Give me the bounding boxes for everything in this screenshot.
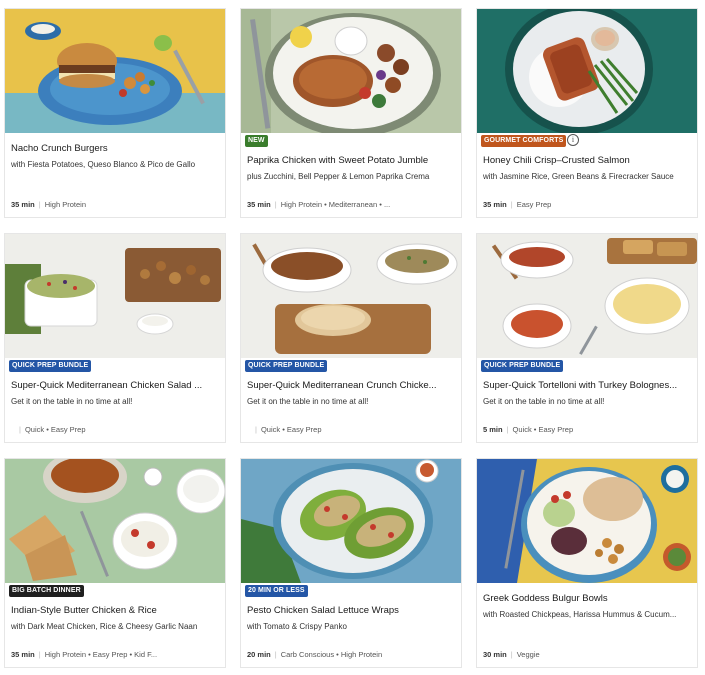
recipe-card[interactable]: Nacho Crunch Burgers with Fiesta Potatoe…: [4, 8, 226, 218]
recipe-subtitle: with Jasmine Rice, Green Beans & Firecra…: [483, 172, 674, 181]
recipe-badge: NEW: [245, 135, 268, 147]
recipe-title[interactable]: Indian-Style Butter Chicken & Rice: [11, 605, 221, 616]
recipe-tags: Veggie: [516, 650, 540, 659]
cook-time: 35 min: [247, 200, 271, 209]
recipe-image[interactable]: [241, 459, 461, 583]
recipe-tags: Easy Prep: [516, 200, 552, 209]
recipe-title[interactable]: Honey Chili Crisp–Crusted Salmon: [483, 155, 693, 166]
recipe-meta: | Quick • Easy Prep: [19, 425, 86, 434]
cook-time: 5 min: [483, 425, 503, 434]
recipe-tags: Quick • Easy Prep: [24, 425, 86, 434]
recipe-card[interactable]: QUICK PREP BUNDLE Super-Quick Mediterran…: [240, 233, 462, 443]
recipe-title[interactable]: Super-Quick Tortelloni with Turkey Bolog…: [483, 380, 693, 391]
recipe-subtitle: Get it on the table in no time at all!: [11, 397, 133, 406]
recipe-card[interactable]: NEW Paprika Chicken with Sweet Potato Ju…: [240, 8, 462, 218]
recipe-badge: GOURMET COMFORTS: [481, 135, 567, 147]
recipe-card[interactable]: BIG BATCH DINNER Indian-Style Butter Chi…: [4, 458, 226, 668]
recipe-meta: 35 min | High Protein • Easy Prep • Kid F.…: [11, 650, 158, 659]
recipe-image[interactable]: [5, 234, 225, 358]
recipe-title[interactable]: Pesto Chicken Salad Lettuce Wraps: [247, 605, 457, 616]
recipe-title[interactable]: Greek Goddess Bulgur Bowls: [483, 593, 693, 604]
recipe-subtitle: with Dark Meat Chicken, Rice & Cheesy Ga…: [11, 622, 198, 631]
recipe-title[interactable]: Super-Quick Mediterranean Crunch Chicke.…: [247, 380, 457, 391]
cook-time: 35 min: [11, 200, 35, 209]
recipe-subtitle: with Roasted Chickpeas, Harissa Hummus &…: [483, 610, 677, 619]
recipe-meta: 5 min | Quick • Easy Prep: [483, 425, 574, 434]
recipe-meta: 20 min | Carb Conscious • High Protein: [247, 650, 383, 659]
recipe-card[interactable]: GOURMET COMFORTS i Honey Chili Crisp–Cru…: [476, 8, 698, 218]
recipe-image[interactable]: [477, 234, 697, 358]
recipe-subtitle: with Tomato & Crispy Panko: [247, 622, 347, 631]
recipe-tags: High Protein: [44, 200, 86, 209]
recipe-image[interactable]: [477, 459, 697, 583]
recipe-meta: | Quick • Easy Prep: [255, 425, 322, 434]
recipe-image[interactable]: [5, 9, 225, 133]
recipe-subtitle: Get it on the table in no time at all!: [483, 397, 605, 406]
recipe-image[interactable]: [5, 459, 225, 583]
recipe-badge: QUICK PREP BUNDLE: [481, 360, 564, 372]
recipe-card[interactable]: QUICK PREP BUNDLE Super-Quick Mediterran…: [4, 233, 226, 443]
recipe-subtitle: Get it on the table in no time at all!: [247, 397, 369, 406]
recipe-tags: Quick • Easy Prep: [260, 425, 322, 434]
recipe-meta: 35 min | Easy Prep: [483, 200, 552, 209]
recipe-title[interactable]: Super-Quick Mediterranean Chicken Salad …: [11, 380, 221, 391]
cook-time: 20 min: [247, 650, 271, 659]
recipe-tags: Carb Conscious • High Protein: [280, 650, 383, 659]
recipe-title[interactable]: Nacho Crunch Burgers: [11, 143, 221, 154]
cook-time: 30 min: [483, 650, 507, 659]
recipe-tags: Quick • Easy Prep: [512, 425, 574, 434]
cook-time: 35 min: [483, 200, 507, 209]
recipe-subtitle: with Fiesta Potatoes, Queso Blanco & Pic…: [11, 160, 196, 169]
info-icon[interactable]: i: [567, 134, 579, 146]
recipe-title[interactable]: Paprika Chicken with Sweet Potato Jumble: [247, 155, 457, 166]
recipe-image[interactable]: [241, 234, 461, 358]
recipe-subtitle: plus Zucchini, Bell Pepper & Lemon Papri…: [247, 172, 430, 181]
recipe-badge: QUICK PREP BUNDLE: [245, 360, 328, 372]
recipe-card[interactable]: QUICK PREP BUNDLE Super-Quick Tortelloni…: [476, 233, 698, 443]
recipe-meta: 35 min | High Protein • Mediterranean • ..…: [247, 200, 391, 209]
recipe-tags: High Protein • Easy Prep • Kid F...: [44, 650, 158, 659]
recipe-image[interactable]: [241, 9, 461, 133]
recipe-meta: 35 min | High Protein: [11, 200, 86, 209]
recipe-card[interactable]: 20 MIN OR LESS Pesto Chicken Salad Lettu…: [240, 458, 462, 668]
recipe-badge: QUICK PREP BUNDLE: [9, 360, 92, 372]
cook-time: 35 min: [11, 650, 35, 659]
recipe-badge: BIG BATCH DINNER: [9, 585, 84, 597]
recipe-meta: 30 min | Veggie: [483, 650, 540, 659]
recipe-tags: High Protein • Mediterranean • ...: [280, 200, 391, 209]
recipe-image[interactable]: [477, 9, 697, 133]
recipe-badge: 20 MIN OR LESS: [245, 585, 308, 597]
recipe-card[interactable]: Greek Goddess Bulgur Bowls with Roasted …: [476, 458, 698, 668]
